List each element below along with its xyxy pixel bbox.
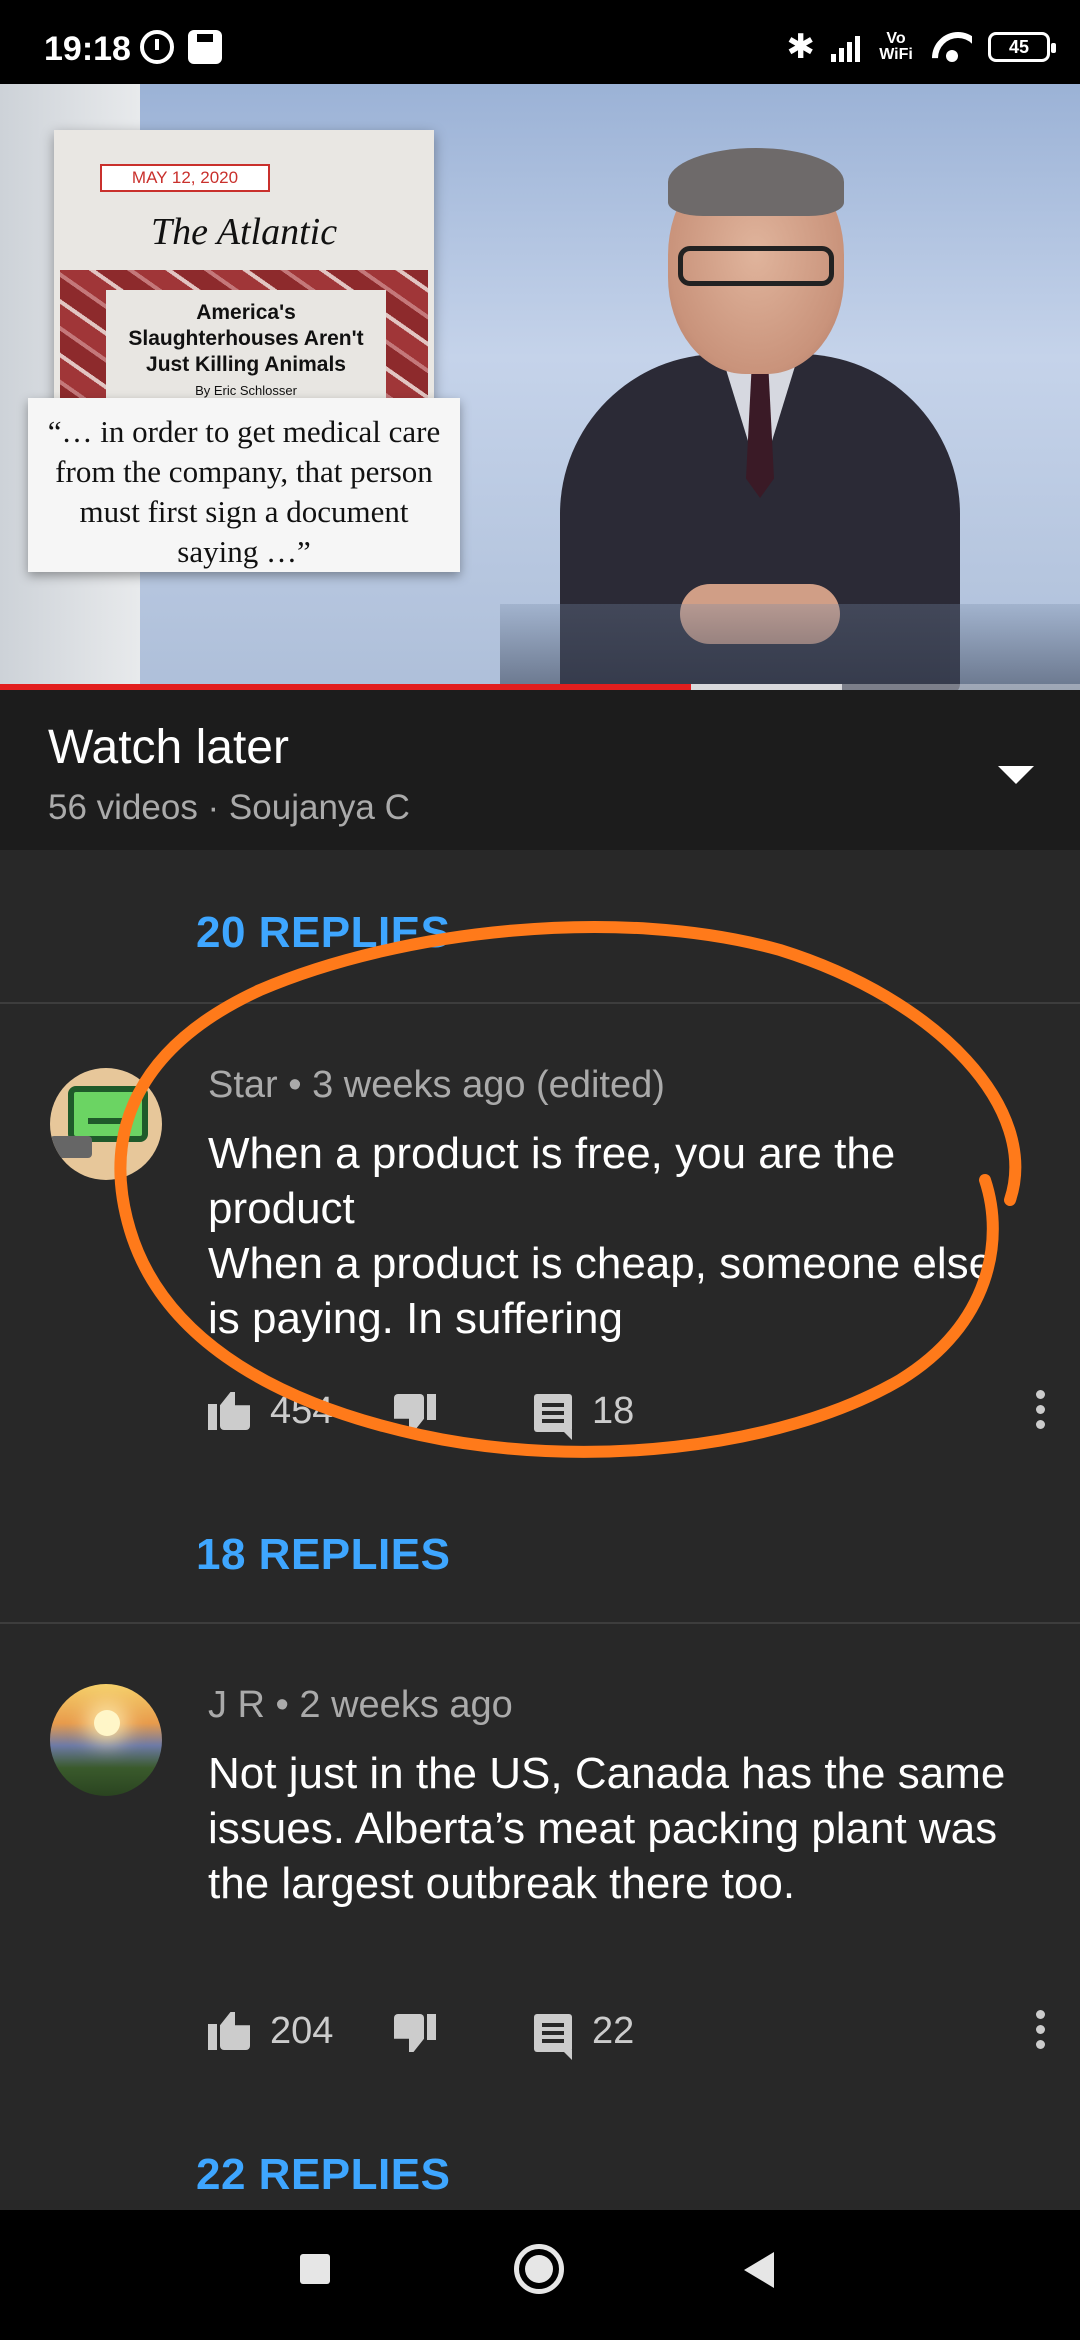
avatar-image [94,1710,120,1736]
back-icon[interactable] [744,2252,774,2288]
divider [0,1622,1080,1624]
wifi-icon [932,32,972,62]
reply-count: 22 [592,2010,635,2052]
article-headline-box: America's Slaughterhouses Aren't Just Ki… [106,290,386,414]
host-hair [668,148,844,216]
reply-count: 18 [592,1390,635,1432]
avatar-detail [50,1136,92,1158]
view-replies-link[interactable]: 20 REPLIES [196,908,450,958]
status-icons-left [140,30,222,64]
article-headline: America's Slaughterhouses Aren't Just Ki… [128,301,364,376]
thumbs-down-icon[interactable] [392,1394,436,1434]
status-time: 19:18 [44,30,131,68]
reply-icon[interactable] [534,2014,572,2060]
more-options-icon[interactable] [1032,2010,1048,2054]
recents-icon[interactable] [300,2254,330,2284]
article-publication: The Atlantic [150,211,338,253]
comment-actions: 454 18 [208,1390,1048,1440]
comment-actions: 204 22 [208,2010,1048,2060]
view-replies-link[interactable]: 22 REPLIES [196,2150,450,2200]
home-icon[interactable] [514,2244,564,2294]
video-player[interactable]: MAY 12, 2020 The Atlantic America's Slau… [0,84,1080,690]
more-options-icon[interactable] [1032,1390,1048,1434]
comment-author-meta: Star • 3 weeks ago (edited) [208,1064,665,1106]
playlist-header[interactable]: Watch later 56 videos · Soujanya C [0,690,1080,850]
comment-author-meta: J R • 2 weeks ago [208,1684,513,1726]
comments-section: 20 REPLIES Star • 3 weeks ago (edited) W… [0,850,1080,2210]
comment-text: When a product is free, you are the prod… [208,1129,994,1343]
article-quote: “… in order to get medical care from the… [28,398,460,572]
vowifi-icon: Vo WiFi [879,30,913,63]
thumbs-up-icon[interactable] [208,1390,252,1430]
like-count: 204 [270,2010,334,2052]
thumbs-down-icon[interactable] [392,2014,436,2054]
desk [500,604,1080,690]
thumbs-up-icon[interactable] [208,2010,252,2050]
signal-icon [831,32,860,62]
alarm-icon [140,30,174,64]
like-count: 454 [270,1390,334,1432]
article-date: MAY 12, 2020 [100,164,270,192]
host-glasses [678,246,834,286]
system-nav-bar [0,2210,1080,2340]
reply-icon[interactable] [534,1394,572,1440]
battery-icon: 45 [988,32,1056,62]
bluetooth-icon: ✱ [786,28,816,66]
playlist-title: Watch later [48,721,289,774]
divider [0,1002,1080,1004]
status-icons-right: ✱ Vo WiFi 45 [786,28,1056,66]
avatar[interactable] [50,1068,162,1180]
sd-card-icon [188,30,222,64]
avatar[interactable] [50,1684,162,1796]
chevron-down-icon[interactable] [998,766,1034,784]
avatar-face [88,1112,124,1124]
playlist-subtitle: 56 videos · Soujanya C [48,788,410,827]
comment-text: Not just in the US, Canada has the same … [208,1749,1006,1908]
status-bar: 19:18 ✱ Vo WiFi 45 [0,0,1080,84]
view-replies-link[interactable]: 18 REPLIES [196,1530,450,1580]
